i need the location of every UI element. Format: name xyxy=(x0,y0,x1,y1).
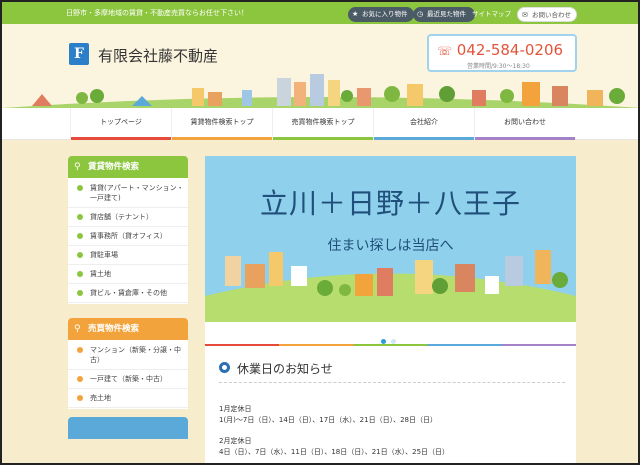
header: F 有限会社藤不動産 ☏ 042-584-0206 営業時間/9:30〜18:3… xyxy=(2,24,638,108)
sidebar-item-label: 貸ビル・賃倉庫・その他 xyxy=(90,289,167,297)
main-content: 立川＋日野＋八王子 住まい探しは当店へ 休業日のお知らせ 1月定休日 1(月)〜… xyxy=(205,156,576,463)
search-icon: ⚲ xyxy=(74,162,81,172)
sidebar-item-rent-land[interactable]: 賃土地 xyxy=(68,265,188,284)
rent-search-heading: ⚲ 賃貸物件検索 xyxy=(68,156,188,178)
bullet-icon xyxy=(77,395,83,401)
nav-sale-stripe xyxy=(273,137,373,140)
sidebar-item-rent-shop[interactable]: 貸店舗（テナント） xyxy=(68,208,188,227)
search-icon: ⚲ xyxy=(74,324,81,334)
contact-button[interactable]: ✉ お問い合わせ xyxy=(517,7,577,22)
circle-icon xyxy=(219,362,230,373)
nav-sale-search-label: 売買物件検索トップ xyxy=(291,118,355,126)
sidebar-item-sale-mansion[interactable]: マンション（新築・分譲・中古） xyxy=(68,341,188,370)
logo-mark[interactable]: F xyxy=(69,43,89,65)
town-illustration xyxy=(2,74,638,108)
notice-title: 休業日のお知らせ xyxy=(237,362,333,376)
bullet-icon xyxy=(77,185,83,191)
recent-label: 最近見た物件 xyxy=(427,10,466,18)
favorites-button[interactable]: ★ お気に入り物件 xyxy=(348,7,414,22)
sitemap-link[interactable]: サイトマップ xyxy=(472,7,514,22)
clock-icon: ◷ xyxy=(417,10,424,18)
sale-search-heading: ⚲ 売買物件検索 xyxy=(68,318,188,340)
recent-button[interactable]: ◷ 最近見た物件 xyxy=(413,7,475,22)
phone-icon: ☏ xyxy=(437,44,453,58)
hero-title: 立川＋日野＋八王子 xyxy=(259,187,521,220)
sidebar-item-sale-land[interactable]: 売土地 xyxy=(68,389,188,408)
nav-rent-search-label: 賃貸物件検索トップ xyxy=(190,118,254,126)
sidebar-item-label: 貸駐車場 xyxy=(90,251,118,259)
nav-top[interactable]: トップページ xyxy=(70,108,171,140)
nav-contact[interactable]: お問い合わせ xyxy=(474,108,575,140)
bullet-icon xyxy=(77,252,83,258)
star-icon: ★ xyxy=(352,10,359,18)
top-bar: 日野市・多摩地域の賃貸・不動産売買ならお任せ下さい！ ★ お気に入り物件 ◷ 最… xyxy=(2,2,638,24)
phone-number[interactable]: ☏ 042-584-0206 xyxy=(437,41,563,59)
sidebar-item-rent-parking[interactable]: 貸駐車場 xyxy=(68,246,188,265)
bullet-icon xyxy=(77,347,83,353)
phone-box: ☏ 042-584-0206 営業時間/9:30〜18:30 xyxy=(427,34,577,72)
tagline: 日野市・多摩地域の賃貸・不動産売買ならお任せ下さい！ xyxy=(66,9,248,17)
bullet-icon xyxy=(77,233,83,239)
phone-number-text: 042-584-0206 xyxy=(456,41,564,59)
company-name[interactable]: 有限会社藤不動産 xyxy=(98,45,218,66)
notice-jan-heading: 1月定休日 xyxy=(219,405,252,413)
nav-contact-label: お問い合わせ xyxy=(504,118,546,126)
favorites-label: お気に入り物件 xyxy=(362,10,408,18)
sidebar-item-label: 貸店舗（テナント） xyxy=(90,213,153,221)
hero-banner[interactable]: 立川＋日野＋八王子 住まい探しは当店へ xyxy=(205,156,576,322)
sidebar-item-rent-residence[interactable]: 賃貸(アパート・マンション・一戸建て) xyxy=(68,179,188,208)
sidebar: ⚲ 賃貸物件検索 賃貸(アパート・マンション・一戸建て) 貸店舗（テナント） 賃… xyxy=(68,156,188,439)
nav-company[interactable]: 会社紹介 xyxy=(373,108,474,140)
bullet-icon xyxy=(77,290,83,296)
sidebar-item-sale-house[interactable]: 一戸建て（新築・中古） xyxy=(68,370,188,389)
nav-rent-stripe xyxy=(172,137,272,140)
sidebar-item-label: 売土地 xyxy=(90,394,111,402)
nav-rent-search[interactable]: 賃貸物件検索トップ xyxy=(171,108,272,140)
sale-search-heading-text: 売買物件検索 xyxy=(88,324,140,334)
rent-search-heading-text: 賃貸物件検索 xyxy=(88,162,140,172)
sidebar-item-rent-building[interactable]: 貸ビル・賃倉庫・その他 xyxy=(68,284,188,303)
sidebar-item-label: 一戸建て（新築・中古） xyxy=(90,375,167,383)
nav-top-label: トップページ xyxy=(100,118,142,126)
sidebar-item-rent-office[interactable]: 賃事務所（貸オフィス） xyxy=(68,227,188,246)
rent-search-list: 賃貸(アパート・マンション・一戸建て) 貸店舗（テナント） 賃事務所（貸オフィス… xyxy=(68,178,188,304)
sidebar-item-label: 賃貸(アパート・マンション・一戸建て) xyxy=(90,184,184,202)
notice-feb-heading: 2月定休日 xyxy=(219,437,252,445)
nav-company-stripe xyxy=(374,137,474,140)
nav-sale-search[interactable]: 売買物件検索トップ xyxy=(272,108,373,140)
bullet-icon xyxy=(77,376,83,382)
notice-divider xyxy=(219,382,565,383)
mail-icon: ✉ xyxy=(522,11,528,19)
notice-feb-days: 4日（日）、7日（水）、11日（日）、18日（日）、21日（水）、25日（日） xyxy=(219,448,450,456)
nav-contact-stripe xyxy=(475,137,575,140)
rainbow-divider xyxy=(205,344,576,346)
sidebar-item-label: マンション（新築・分譲・中古） xyxy=(90,346,181,364)
bullet-icon xyxy=(77,214,83,220)
sidebar-item-label: 賃土地 xyxy=(90,270,111,278)
main-nav: トップページ 賃貸物件検索トップ 売買物件検索トップ 会社紹介 お問い合わせ xyxy=(2,108,638,140)
nav-top-stripe xyxy=(71,137,171,140)
notice-jan-days: 1(月)〜7日（日）、14日（日）、17日（水）、21日（日）、28日（日） xyxy=(219,416,437,424)
sidebar-item-label: 賃事務所（貸オフィス） xyxy=(90,232,167,240)
page-frame: 日野市・多摩地域の賃貸・不動産売買ならお任せ下さい！ ★ お気に入り物件 ◷ 最… xyxy=(0,0,640,465)
contact-label: お問い合わせ xyxy=(532,11,571,19)
bullet-icon xyxy=(77,271,83,277)
sidebar-next-heading xyxy=(68,417,188,439)
nav-company-label: 会社紹介 xyxy=(410,118,438,126)
hero-subtitle: 住まい探しは当店へ xyxy=(327,238,454,254)
sale-search-list: マンション（新築・分譲・中古） 一戸建て（新築・中古） 売土地 xyxy=(68,340,188,409)
